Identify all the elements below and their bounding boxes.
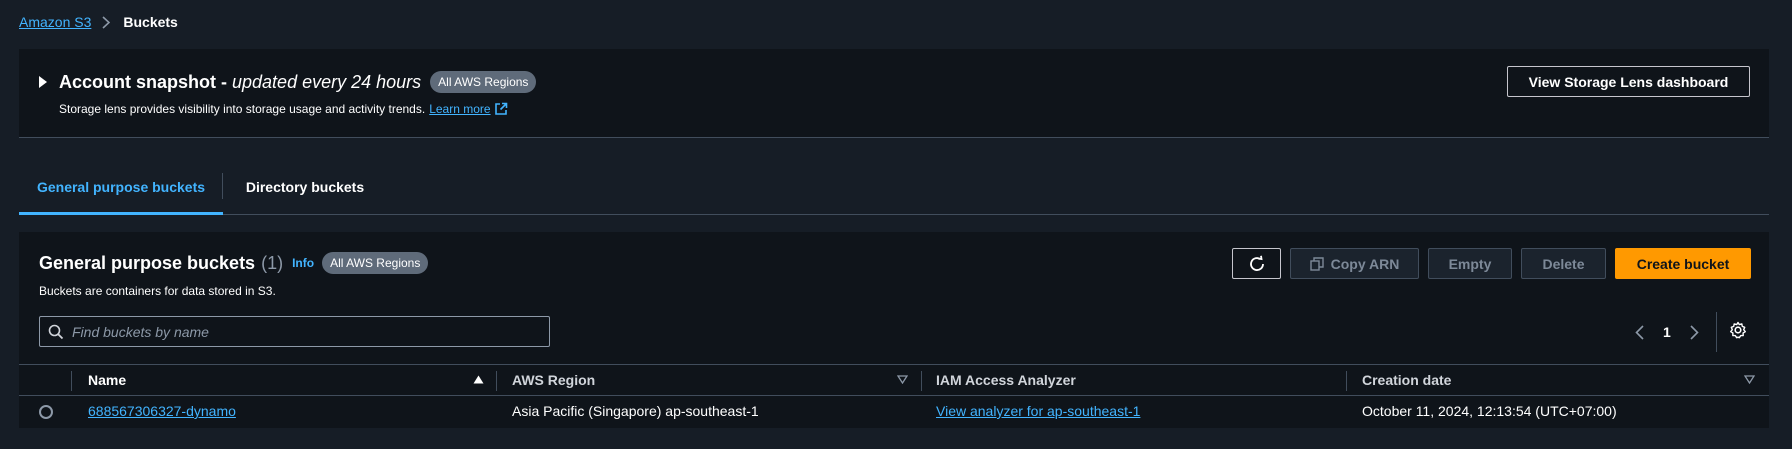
column-header-creation-date[interactable]: Creation date <box>1362 372 1451 388</box>
panel-header: General purpose buckets (1) Info All AWS… <box>39 252 429 274</box>
table-row[interactable]: 688567306327-dynamo Asia Pacific (Singap… <box>19 396 1769 428</box>
refresh-icon <box>1249 255 1264 271</box>
create-bucket-button[interactable]: Create bucket <box>1615 248 1751 279</box>
pagination-divider <box>1716 312 1717 352</box>
bucket-search-box <box>39 316 550 347</box>
breadcrumb-amazon-s3-link[interactable]: Amazon S3 <box>19 14 91 30</box>
sort-descending-icon[interactable] <box>1744 375 1755 384</box>
snapshot-title: Account snapshot - <box>59 71 228 92</box>
column-divider[interactable] <box>1346 371 1347 391</box>
empty-button[interactable]: Empty <box>1428 248 1512 279</box>
chevron-left-icon[interactable] <box>1629 322 1649 342</box>
table-header: Name AWS Region IAM Access Analyzer Crea… <box>19 364 1769 396</box>
bucket-count: (1) <box>261 252 284 273</box>
external-link-icon[interactable] <box>494 102 508 116</box>
search-input[interactable] <box>72 317 542 346</box>
copy-arn-button[interactable]: Copy ARN <box>1290 248 1419 279</box>
bucket-creation-date: October 11, 2024, 12:13:54 (UTC+07:00) <box>1362 403 1617 419</box>
breadcrumb-current: Buckets <box>123 14 178 30</box>
search-icon <box>48 324 64 340</box>
tab-directory-buckets[interactable]: Directory buckets <box>223 170 387 214</box>
caret-right-icon[interactable] <box>39 76 47 88</box>
chevron-right-icon[interactable] <box>1685 322 1705 342</box>
column-header-aws-region[interactable]: AWS Region <box>512 372 595 388</box>
column-header-iam-access-analyzer: IAM Access Analyzer <box>936 372 1076 388</box>
column-header-name[interactable]: Name <box>88 372 126 388</box>
column-divider <box>71 371 72 391</box>
sort-ascending-icon[interactable] <box>473 375 484 384</box>
snapshot-update-frequency: updated every 24 hours <box>232 71 422 92</box>
panel-title: General purpose buckets <box>39 252 256 273</box>
buckets-table: Name AWS Region IAM Access Analyzer Crea… <box>19 364 1769 428</box>
row-select-radio[interactable] <box>39 405 53 419</box>
page-number[interactable]: 1 <box>1663 324 1671 340</box>
breadcrumb: Amazon S3 Buckets <box>19 14 178 30</box>
info-link[interactable]: Info <box>292 256 314 270</box>
snapshot-description: Storage lens provides visibility into st… <box>59 102 508 116</box>
account-snapshot-panel: Account snapshot - updated every 24 hour… <box>19 49 1769 138</box>
tab-general-purpose-buckets[interactable]: General purpose buckets <box>19 170 223 215</box>
learn-more-link[interactable]: Learn more <box>429 102 490 116</box>
pagination: 1 <box>1629 322 1705 342</box>
snapshot-description-text: Storage lens provides visibility into st… <box>59 102 426 116</box>
view-analyzer-link[interactable]: View analyzer for ap-southeast-1 <box>936 403 1140 419</box>
column-divider[interactable] <box>921 371 922 391</box>
gear-icon[interactable] <box>1728 320 1748 340</box>
region-badge: All AWS Regions <box>430 71 537 93</box>
refresh-button[interactable] <box>1232 248 1281 279</box>
view-storage-lens-dashboard-button[interactable]: View Storage Lens dashboard <box>1507 66 1750 97</box>
panel-description: Buckets are containers for data stored i… <box>39 284 276 298</box>
sort-descending-icon[interactable] <box>897 375 908 384</box>
region-badge: All AWS Regions <box>322 252 429 274</box>
general-purpose-buckets-panel: General purpose buckets (1) Info All AWS… <box>19 232 1769 428</box>
snapshot-header[interactable]: Account snapshot - updated every 24 hour… <box>59 71 537 93</box>
copy-icon <box>1309 256 1324 271</box>
delete-button[interactable]: Delete <box>1521 248 1606 279</box>
bucket-type-tabs: General purpose buckets Directory bucket… <box>19 170 1769 215</box>
copy-arn-label: Copy ARN <box>1330 255 1400 272</box>
column-divider[interactable] <box>496 371 497 391</box>
bucket-region: Asia Pacific (Singapore) ap-southeast-1 <box>512 403 759 419</box>
chevron-right-icon <box>102 14 112 30</box>
bucket-name-link[interactable]: 688567306327-dynamo <box>88 403 236 419</box>
